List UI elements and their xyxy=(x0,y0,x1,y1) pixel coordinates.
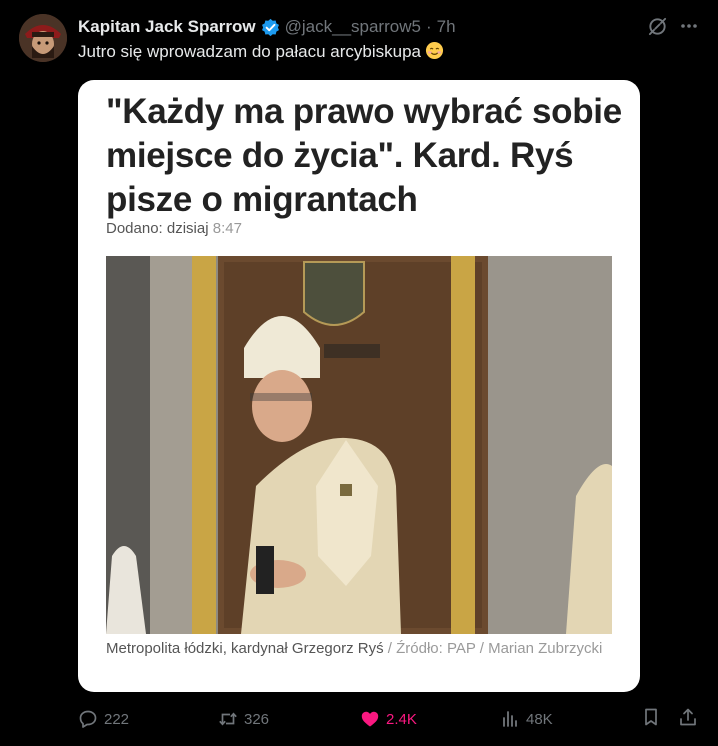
avatar[interactable] xyxy=(19,14,67,62)
retweet-button[interactable]: 326 xyxy=(218,709,269,729)
article-headline: "Każdy ma prawo wybrać sobie miejsce do … xyxy=(106,92,622,219)
cardinal-photo-illustration xyxy=(106,256,612,634)
retweet-count: 326 xyxy=(244,710,270,728)
share-icon[interactable] xyxy=(678,707,698,727)
tweet-actions: 222 326 2.4K 48K xyxy=(0,706,718,736)
pirate-avatar-icon xyxy=(19,14,67,62)
views-chart-icon xyxy=(503,711,517,727)
tweet-header: Kapitan Jack Sparrow @jack__sparrow5 · 7… xyxy=(78,16,456,38)
article-date: Dodano: dzisiaj 8:47 xyxy=(106,219,242,239)
article-date-time: 8:47 xyxy=(212,220,242,237)
author-display-name[interactable]: Kapitan Jack Sparrow xyxy=(78,16,256,38)
like-button[interactable]: 2.4K xyxy=(360,709,417,729)
author-handle[interactable]: @jack__sparrow5 xyxy=(285,16,421,38)
caption-source: / Źródło: PAP / Marian Zubrzycki xyxy=(383,640,603,657)
views-button[interactable]: 48K xyxy=(500,709,553,729)
article-date-label: Dodano: dzisiaj xyxy=(106,220,209,237)
tweet: Kapitan Jack Sparrow @jack__sparrow5 · 7… xyxy=(0,0,718,746)
like-count: 2.4K xyxy=(386,710,417,728)
separator-dot: · xyxy=(425,17,432,36)
tweet-text: Jutro się wprowadzam do pałacu arcybisku… xyxy=(78,41,444,63)
tweet-time[interactable]: 7h xyxy=(437,16,456,38)
reply-button[interactable]: 222 xyxy=(78,709,129,729)
article-photo xyxy=(106,256,612,634)
reply-icon xyxy=(79,710,97,728)
verified-badge-icon xyxy=(261,18,280,37)
tweet-text-content: Jutro się wprowadzam do pałacu arcybisku… xyxy=(78,42,422,61)
grok-icon[interactable] xyxy=(647,16,668,37)
smiling-face-emoji-icon xyxy=(425,41,444,60)
article-card[interactable]: "Każdy ma prawo wybrać sobie miejsce do … xyxy=(78,80,640,692)
photo-caption: Metropolita łódzki, kardynał Grzegorz Ry… xyxy=(106,638,606,660)
more-options-icon[interactable] xyxy=(679,16,699,36)
views-count: 48K xyxy=(526,710,553,728)
caption-main: Metropolita łódzki, kardynał Grzegorz Ry… xyxy=(106,640,384,657)
bookmark-icon[interactable] xyxy=(641,707,661,727)
retweet-icon xyxy=(219,712,237,726)
heart-icon xyxy=(361,711,379,727)
reply-count: 222 xyxy=(104,710,130,728)
